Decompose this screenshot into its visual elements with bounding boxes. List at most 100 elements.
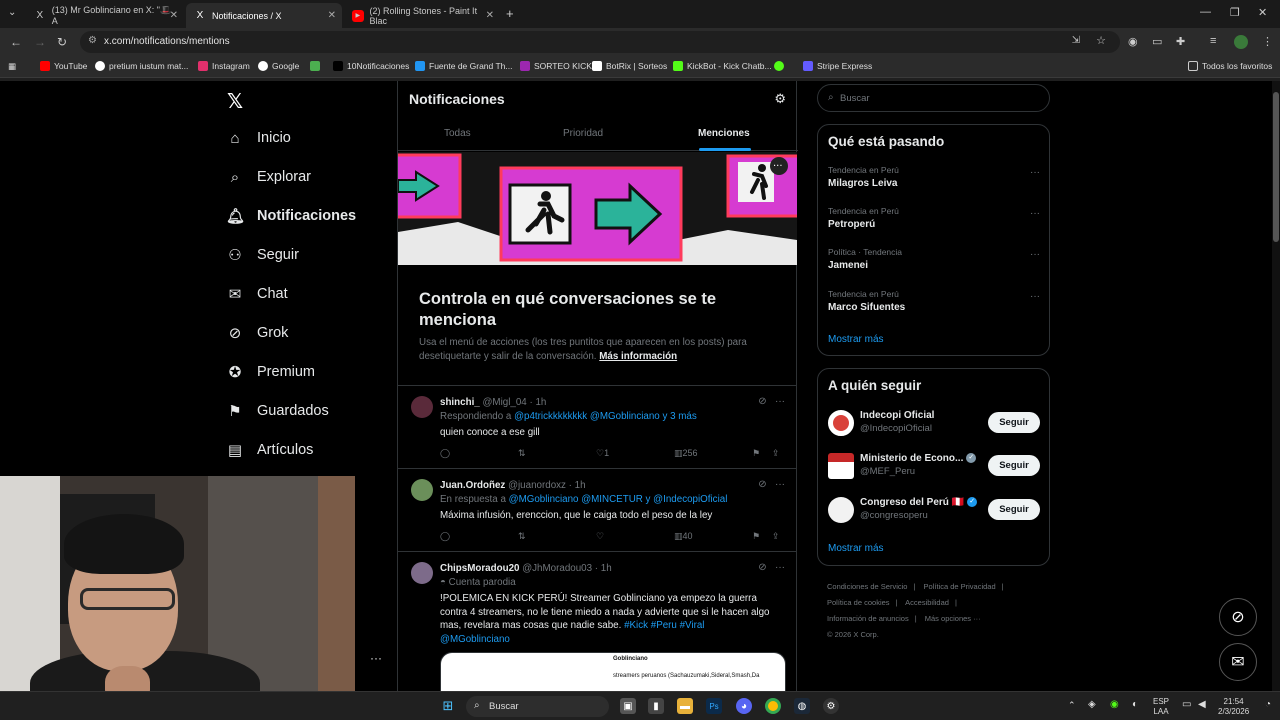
views-button[interactable]: ▥ 40 xyxy=(674,531,693,542)
grok-fab-button[interactable]: ⊘ xyxy=(1219,598,1257,636)
bookmark-kickbot[interactable]: KickBot - Kick Chatb... xyxy=(673,61,772,71)
close-icon[interactable]: ✕ xyxy=(486,10,494,21)
nav-item-inicio[interactable]: ⌂ Inicio xyxy=(226,123,290,153)
apps-icon[interactable]: ▦ xyxy=(8,61,16,72)
tray-app-icon[interactable]: ◉ xyxy=(1110,700,1119,710)
browser-tab-notificaciones[interactable]: X Notificaciones / X ✕ xyxy=(186,3,342,28)
footer-link[interactable]: Condiciones de Servicio xyxy=(827,582,907,591)
extension-icon[interactable]: ◉ xyxy=(1128,35,1138,48)
bookmark-sorteo-kick[interactable]: SORTEO KICK xyxy=(520,61,592,71)
network-icon[interactable]: ▭ xyxy=(1182,700,1191,710)
reply-icon[interactable]: ◯ xyxy=(440,448,450,459)
x-logo-icon[interactable]: 𝕏 xyxy=(227,89,243,114)
restore-icon[interactable]: ❐ xyxy=(1230,6,1240,19)
more-options-icon[interactable]: ··· xyxy=(775,562,785,573)
bookmark-google[interactable]: Google xyxy=(258,61,299,71)
puzzle-icon[interactable]: ✚ xyxy=(1176,35,1185,48)
nav-item-guardados[interactable]: ⚑ Guardados xyxy=(226,396,328,426)
follow-button[interactable]: Seguir xyxy=(988,412,1040,433)
avatar[interactable] xyxy=(411,562,433,584)
clock[interactable]: 21:54 2/3/2026 xyxy=(1218,697,1249,717)
post-author-name[interactable]: Juan.Ordoñez xyxy=(440,480,505,491)
tab-todas[interactable]: Todas xyxy=(444,128,471,139)
post-author-name[interactable]: ChipsMoradou20 xyxy=(440,563,519,574)
bookmark-grand-theft[interactable]: Fuente de Grand Th... xyxy=(415,61,512,71)
tab-prioridad[interactable]: Prioridad xyxy=(563,128,603,139)
search-input[interactable] xyxy=(840,90,1040,106)
footer-link[interactable]: Más opciones ··· xyxy=(925,614,981,623)
grok-icon[interactable]: ⊘ xyxy=(758,562,766,573)
minimize-icon[interactable]: — xyxy=(1200,6,1211,18)
nav-item-notificaciones[interactable]: 🔔︎ Notificaciones xyxy=(226,201,356,231)
close-icon[interactable]: ✕ xyxy=(170,10,178,21)
nav-item-grok[interactable]: ⊘ Grok xyxy=(226,318,289,348)
photoshop-icon[interactable]: Ps xyxy=(706,698,722,714)
trend-item[interactable]: Política · Tendencia Jamenei ··· xyxy=(828,247,1040,281)
footer-link[interactable]: Política de cookies xyxy=(827,598,890,607)
reply-mentions[interactable]: @p4trickkkkkkkk @MGoblinciano y 3 más xyxy=(514,411,697,422)
share-icon[interactable]: ⇪ xyxy=(772,531,780,542)
more-options-icon[interactable]: ··· xyxy=(1030,291,1040,302)
post-item[interactable]: Juan.Ordoñez @juanordoxz · 1h ⊘ ··· En r… xyxy=(398,468,797,550)
more-options-icon[interactable]: ··· xyxy=(1030,208,1040,219)
follow-suggestion[interactable]: Ministerio de Econo... ✓ @MEF_Peru Seguir xyxy=(828,451,1040,481)
more-options-icon[interactable]: ··· xyxy=(775,396,785,407)
more-options-icon[interactable]: ··· xyxy=(370,651,382,665)
scrollbar-thumb[interactable] xyxy=(1273,92,1279,242)
trend-item[interactable]: Tendencia en Perú Milagros Leiva ··· xyxy=(828,165,1040,199)
nav-item-explorar[interactable]: ⌕ Explorar xyxy=(226,162,311,192)
bookmark-green[interactable] xyxy=(774,61,788,71)
tray-chevron-icon[interactable]: ⌃ xyxy=(1068,700,1076,710)
app-icon[interactable]: ⚙ xyxy=(823,698,839,714)
chrome-icon[interactable] xyxy=(765,698,781,714)
trend-item[interactable]: Tendencia en Perú Petroperú ··· xyxy=(828,206,1040,240)
steam-icon[interactable]: ◍ xyxy=(794,698,810,714)
address-bar[interactable]: ⚙ x.com/notifications/mentions ⇲ ☆ xyxy=(80,31,1120,53)
back-icon[interactable]: ← xyxy=(10,35,22,49)
like-button[interactable]: ♡ xyxy=(596,531,604,542)
search-box[interactable]: ⌕ xyxy=(817,84,1050,112)
window-close-icon[interactable]: ✕ xyxy=(1258,6,1267,19)
follow-suggestion[interactable]: Congreso del Perú 🇵🇪 ✓ @congresoperu Segu… xyxy=(828,495,1040,525)
nav-item-articulos[interactable]: ▤ Artículos xyxy=(226,435,314,465)
bookmark-star-icon[interactable]: ☆ xyxy=(1096,34,1106,47)
avatar[interactable] xyxy=(828,410,854,436)
nav-item-premium[interactable]: ✪ Premium xyxy=(226,357,315,387)
nav-item-seguir[interactable]: ⚇ Seguir xyxy=(226,240,299,270)
share-icon[interactable]: ⇪ xyxy=(772,448,780,459)
language-indicator[interactable]: ESP LAA xyxy=(1153,697,1169,717)
app-icon[interactable]: ▮ xyxy=(648,698,664,714)
avatar[interactable] xyxy=(411,479,433,501)
mention-link[interactable]: @MGoblinciano xyxy=(440,634,510,645)
post-media-card[interactable]: Goblinciano streamers peruanos (Sachauzu… xyxy=(440,652,786,692)
browser-tab-goblinciano[interactable]: X (13) Mr Goblinciano en X: "🎩 A ✕ xyxy=(26,3,184,28)
tab-search-icon[interactable]: ⌄ xyxy=(8,7,16,18)
tray-app-icon[interactable]: ◈ xyxy=(1088,700,1096,710)
views-button[interactable]: ▥ 256 xyxy=(674,448,698,459)
profile-avatar-icon[interactable] xyxy=(1234,35,1248,49)
bookmark-misc[interactable] xyxy=(310,61,324,71)
reply-mentions[interactable]: @MGoblinciano @MINCETUR y @IndecopiOfici… xyxy=(509,494,728,505)
avatar[interactable] xyxy=(828,453,854,479)
close-icon[interactable]: ✕ xyxy=(328,10,336,21)
notification-bell-icon[interactable]: ◔ xyxy=(1265,700,1271,710)
chat-fab-button[interactable]: ✉ xyxy=(1219,643,1257,681)
trend-item[interactable]: Tendencia en Perú Marco Sifuentes ··· xyxy=(828,289,1040,323)
more-options-icon[interactable]: ··· xyxy=(1030,167,1040,178)
follow-button[interactable]: Seguir xyxy=(988,455,1040,476)
media-icon[interactable]: ≡ xyxy=(1210,35,1216,47)
new-tab-button[interactable]: + xyxy=(506,6,514,21)
bookmark-stripe[interactable]: Stripe Express xyxy=(803,61,872,71)
bookmark-botrix[interactable]: BotRix | Sorteos xyxy=(592,61,667,71)
follow-suggestion[interactable]: Indecopi Oficial @IndecopiOficial Seguir xyxy=(828,408,1040,438)
bookmark-youtube[interactable]: YouTube xyxy=(40,61,87,71)
discord-icon[interactable]: ◕ xyxy=(736,698,752,714)
bookmark-icon[interactable]: ⚑ xyxy=(752,531,760,542)
footer-link[interactable]: Accesibilidad xyxy=(905,598,949,607)
bookmark-all[interactable]: Todos los favoritos xyxy=(1188,61,1272,71)
repost-icon[interactable]: ⇅ xyxy=(518,448,526,459)
site-info-icon[interactable]: ⚙ xyxy=(88,35,97,46)
repost-icon[interactable]: ⇅ xyxy=(518,531,526,542)
forward-icon[interactable]: → xyxy=(34,35,46,49)
post-item[interactable]: shinchi_ @Migl_04 · 1h ⊘ ··· Respondiend… xyxy=(398,385,797,467)
